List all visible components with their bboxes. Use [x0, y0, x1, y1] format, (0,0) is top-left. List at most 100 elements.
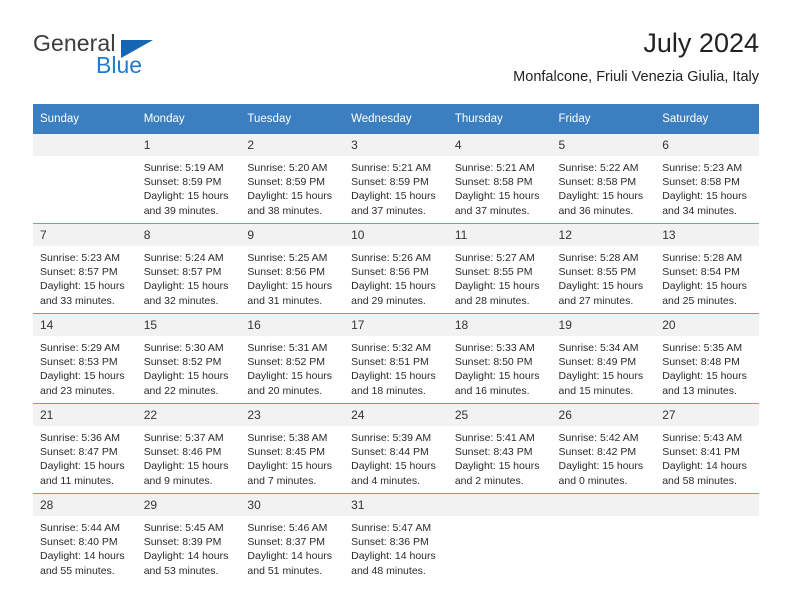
day-number: 4 — [447, 134, 552, 156]
daylight-line-1: Daylight: 15 hours — [247, 190, 333, 203]
day-cell[interactable]: 12 Sunrise: 5:28 AM Sunset: 8:55 PM Dayl… — [551, 223, 656, 314]
daylight-line-2: and 2 minutes. — [454, 474, 524, 487]
day-details: Sunrise: 5:31 AM Sunset: 8:52 PM Dayligh… — [240, 336, 344, 398]
sunrise-line: Sunrise: 5:42 AM — [558, 432, 639, 444]
day-cell[interactable]: 9 Sunrise: 5:25 AM Sunset: 8:56 PM Dayli… — [240, 223, 345, 314]
day-cell[interactable]: 23 Sunrise: 5:38 AM Sunset: 8:45 PM Dayl… — [240, 403, 345, 494]
day-number: 24 — [344, 404, 448, 426]
day-cell[interactable]: 24 Sunrise: 5:39 AM Sunset: 8:44 PM Dayl… — [344, 403, 448, 494]
day-details — [655, 516, 759, 521]
sunrise-line: Sunrise: 5:19 AM — [143, 162, 224, 174]
day-details: Sunrise: 5:28 AM Sunset: 8:54 PM Dayligh… — [655, 246, 759, 308]
day-cell[interactable]: 27 Sunrise: 5:43 AM Sunset: 8:41 PM Dayl… — [655, 403, 759, 494]
sunset-line: Sunset: 8:55 PM — [454, 266, 533, 279]
day-cell[interactable]: 6 Sunrise: 5:23 AM Sunset: 8:58 PM Dayli… — [655, 134, 759, 224]
daylight-line-1: Daylight: 15 hours — [454, 370, 540, 383]
daylight-line-2: and 39 minutes. — [143, 204, 219, 217]
day-cell[interactable]: 21 Sunrise: 5:36 AM Sunset: 8:47 PM Dayl… — [33, 403, 137, 494]
day-details: Sunrise: 5:21 AM Sunset: 8:58 PM Dayligh… — [448, 156, 552, 218]
sunset-line: Sunset: 8:54 PM — [662, 266, 740, 279]
day-details: Sunrise: 5:23 AM Sunset: 8:58 PM Dayligh… — [655, 156, 759, 218]
day-details: Sunrise: 5:47 AM Sunset: 8:36 PM Dayligh… — [344, 516, 448, 578]
daylight-line-1: Daylight: 15 hours — [143, 190, 229, 203]
day-cell[interactable]: 17 Sunrise: 5:32 AM Sunset: 8:51 PM Dayl… — [344, 313, 448, 404]
day-cell[interactable]: 30 Sunrise: 5:46 AM Sunset: 8:37 PM Dayl… — [240, 493, 345, 583]
day-cell[interactable]: 4 Sunrise: 5:21 AM Sunset: 8:58 PM Dayli… — [447, 134, 552, 224]
day-cell[interactable]: 22 Sunrise: 5:37 AM Sunset: 8:46 PM Dayl… — [136, 403, 241, 494]
daylight-line-2: and 15 minutes. — [558, 384, 634, 397]
day-cell[interactable]: 19 Sunrise: 5:34 AM Sunset: 8:49 PM Dayl… — [551, 313, 656, 404]
day-number: 20 — [655, 314, 759, 336]
day-number: 26 — [551, 404, 656, 426]
day-number: 6 — [655, 134, 759, 156]
day-details: Sunrise: 5:20 AM Sunset: 8:59 PM Dayligh… — [240, 156, 344, 218]
daylight-line-2: and 37 minutes. — [351, 204, 426, 217]
daylight-line-2: and 11 minutes. — [40, 474, 114, 487]
day-details: Sunrise: 5:21 AM Sunset: 8:59 PM Dayligh… — [344, 156, 448, 218]
day-number: 2 — [240, 134, 345, 156]
day-cell[interactable]: 15 Sunrise: 5:30 AM Sunset: 8:52 PM Dayl… — [136, 313, 241, 404]
day-cell[interactable]: 14 Sunrise: 5:29 AM Sunset: 8:53 PM Dayl… — [33, 313, 137, 404]
week-row: 21 Sunrise: 5:36 AM Sunset: 8:47 PM Dayl… — [33, 403, 759, 494]
day-details: Sunrise: 5:46 AM Sunset: 8:37 PM Dayligh… — [240, 516, 344, 578]
day-cell[interactable]: 16 Sunrise: 5:31 AM Sunset: 8:52 PM Dayl… — [240, 313, 345, 404]
day-cell[interactable]: 10 Sunrise: 5:26 AM Sunset: 8:56 PM Dayl… — [344, 223, 448, 314]
sunrise-line: Sunrise: 5:20 AM — [247, 162, 328, 174]
day-cell[interactable]: 26 Sunrise: 5:42 AM Sunset: 8:42 PM Dayl… — [551, 403, 656, 494]
day-number: 7 — [33, 224, 137, 246]
sunset-line: Sunset: 8:45 PM — [247, 446, 326, 459]
week-row: 7 Sunrise: 5:23 AM Sunset: 8:57 PM Dayli… — [33, 223, 759, 314]
day-cell[interactable]: 28 Sunrise: 5:44 AM Sunset: 8:40 PM Dayl… — [33, 493, 137, 583]
sunrise-line: Sunrise: 5:24 AM — [143, 252, 224, 264]
weekday-header-sunday: Sunday — [33, 104, 137, 134]
day-cell[interactable]: 29 Sunrise: 5:45 AM Sunset: 8:39 PM Dayl… — [136, 493, 241, 583]
day-number: 28 — [33, 494, 137, 516]
sunrise-line: Sunrise: 5:44 AM — [40, 522, 120, 534]
day-cell[interactable]: 18 Sunrise: 5:33 AM Sunset: 8:50 PM Dayl… — [447, 313, 552, 404]
day-cell[interactable]: 1 Sunrise: 5:19 AM Sunset: 8:59 PM Dayli… — [136, 134, 241, 224]
weekday-header-thursday: Thursday — [447, 104, 552, 134]
daylight-line-1: Daylight: 15 hours — [40, 460, 125, 473]
day-cell[interactable]: 31 Sunrise: 5:47 AM Sunset: 8:36 PM Dayl… — [344, 493, 448, 583]
day-number — [447, 494, 552, 516]
day-cell[interactable]: 20 Sunrise: 5:35 AM Sunset: 8:48 PM Dayl… — [655, 313, 759, 404]
day-cell[interactable]: 11 Sunrise: 5:27 AM Sunset: 8:55 PM Dayl… — [447, 223, 552, 314]
sunset-line: Sunset: 8:48 PM — [662, 356, 740, 369]
sunset-line: Sunset: 8:39 PM — [143, 536, 222, 549]
day-cell — [447, 493, 552, 583]
sunset-line: Sunset: 8:55 PM — [558, 266, 637, 279]
daylight-line-1: Daylight: 14 hours — [247, 550, 333, 563]
day-number: 16 — [240, 314, 345, 336]
day-cell[interactable]: 13 Sunrise: 5:28 AM Sunset: 8:54 PM Dayl… — [655, 223, 759, 314]
daylight-line-2: and 22 minutes. — [143, 384, 219, 397]
daylight-line-2: and 53 minutes. — [143, 564, 219, 577]
day-cell[interactable]: 8 Sunrise: 5:24 AM Sunset: 8:57 PM Dayli… — [136, 223, 241, 314]
day-cell[interactable]: 5 Sunrise: 5:22 AM Sunset: 8:58 PM Dayli… — [551, 134, 656, 224]
sunrise-line: Sunrise: 5:22 AM — [558, 162, 639, 174]
day-details: Sunrise: 5:30 AM Sunset: 8:52 PM Dayligh… — [137, 336, 241, 398]
day-cell — [655, 493, 759, 583]
title-block: July 2024 Monfalcone, Friuli Venezia Giu… — [513, 26, 759, 88]
day-cell[interactable]: 7 Sunrise: 5:23 AM Sunset: 8:57 PM Dayli… — [33, 223, 137, 314]
day-cell[interactable]: 25 Sunrise: 5:41 AM Sunset: 8:43 PM Dayl… — [447, 403, 552, 494]
day-details: Sunrise: 5:24 AM Sunset: 8:57 PM Dayligh… — [137, 246, 241, 308]
sunrise-line: Sunrise: 5:35 AM — [662, 342, 743, 354]
daylight-line-1: Daylight: 15 hours — [351, 460, 436, 473]
sunrise-line: Sunrise: 5:30 AM — [143, 342, 224, 354]
weekday-header-saturday: Saturday — [655, 104, 759, 134]
week-row: 28 Sunrise: 5:44 AM Sunset: 8:40 PM Dayl… — [33, 493, 759, 583]
daylight-line-1: Daylight: 15 hours — [662, 280, 747, 293]
day-cell[interactable]: 3 Sunrise: 5:21 AM Sunset: 8:59 PM Dayli… — [344, 134, 448, 224]
sunset-line: Sunset: 8:44 PM — [351, 446, 429, 459]
day-number: 5 — [551, 134, 656, 156]
daylight-line-1: Daylight: 15 hours — [662, 370, 747, 383]
daylight-line-2: and 31 minutes. — [247, 294, 323, 307]
sunset-line: Sunset: 8:50 PM — [454, 356, 533, 369]
day-number: 31 — [344, 494, 448, 516]
sunset-line: Sunset: 8:59 PM — [351, 176, 429, 189]
sunrise-line: Sunrise: 5:37 AM — [143, 432, 224, 444]
daylight-line-1: Daylight: 15 hours — [558, 190, 644, 203]
general-blue-logo: General Blue — [33, 30, 213, 86]
daylight-line-1: Daylight: 15 hours — [351, 190, 436, 203]
day-cell[interactable]: 2 Sunrise: 5:20 AM Sunset: 8:59 PM Dayli… — [240, 134, 345, 224]
